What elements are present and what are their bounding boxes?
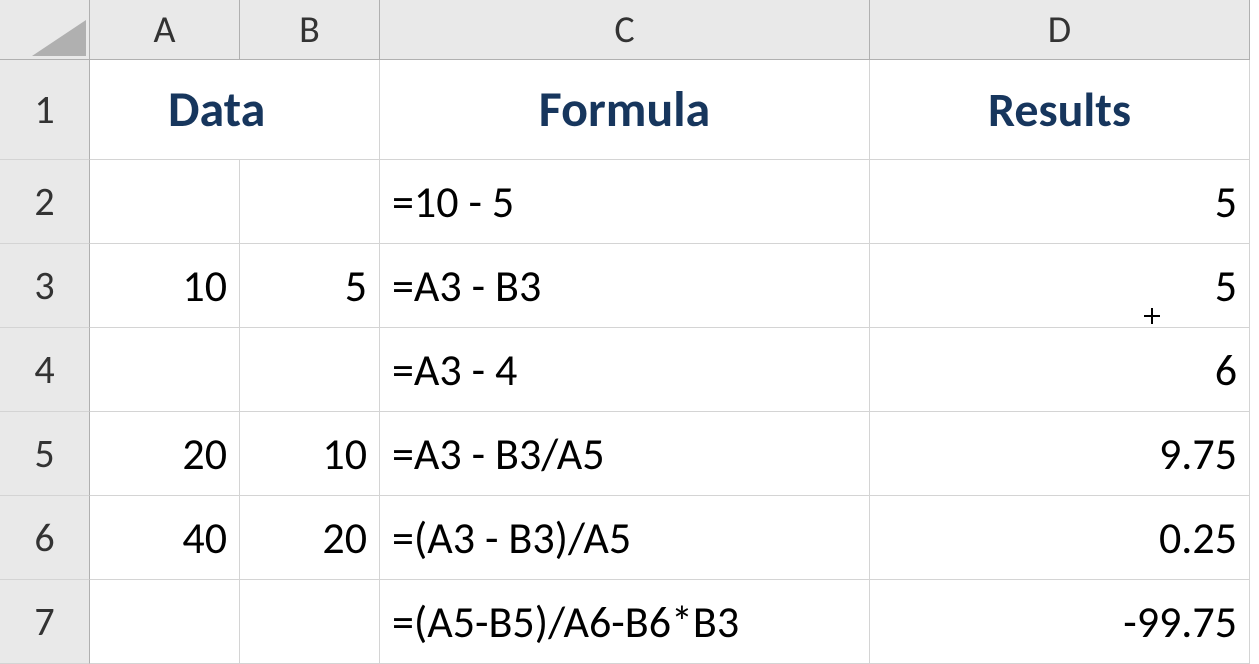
cell-b1[interactable]: Data [240, 60, 380, 160]
cell-b2[interactable] [240, 160, 380, 244]
cell-d2[interactable]: 5 [870, 160, 1250, 244]
column-header-d[interactable]: D [870, 0, 1250, 60]
cell-d7[interactable]: -99.75 [870, 580, 1250, 664]
row-header-4[interactable]: 4 [0, 328, 90, 412]
cell-a2[interactable] [90, 160, 240, 244]
column-header-a[interactable]: A [90, 0, 240, 60]
cell-d4[interactable]: 6 [870, 328, 1250, 412]
row-header-3[interactable]: 3 [0, 244, 90, 328]
cell-d3[interactable]: 5 [870, 244, 1250, 328]
cell-c7[interactable]: =(A5-B5)/A6-B6*B3 [380, 580, 870, 664]
row-header-7[interactable]: 7 [0, 580, 90, 664]
row-header-6[interactable]: 6 [0, 496, 90, 580]
cell-d6[interactable]: 0.25 [870, 496, 1250, 580]
cell-c4[interactable]: =A3 - 4 [380, 328, 870, 412]
cell-c3[interactable]: =A3 - B3 [380, 244, 870, 328]
row-header-1[interactable]: 1 [0, 60, 90, 160]
cell-a7[interactable] [90, 580, 240, 664]
cell-b7[interactable] [240, 580, 380, 664]
cell-d5[interactable]: 9.75 [870, 412, 1250, 496]
cell-a3[interactable]: 10 [90, 244, 240, 328]
spreadsheet-grid: A B C D 1 Data Formula Results 2 =10 - 5… [0, 0, 1259, 664]
column-header-c[interactable]: C [380, 0, 870, 60]
cell-d1[interactable]: Results [870, 60, 1250, 160]
cell-b3[interactable]: 5 [240, 244, 380, 328]
cell-b6[interactable]: 20 [240, 496, 380, 580]
cell-c2[interactable]: =10 - 5 [380, 160, 870, 244]
row-header-5[interactable]: 5 [0, 412, 90, 496]
cell-c6[interactable]: =(A3 - B3)/A5 [380, 496, 870, 580]
cell-a5[interactable]: 20 [90, 412, 240, 496]
column-header-b[interactable]: B [240, 0, 380, 60]
cell-a4[interactable] [90, 328, 240, 412]
cell-b4[interactable] [240, 328, 380, 412]
cell-b5[interactable]: 10 [240, 412, 380, 496]
cell-a6[interactable]: 40 [90, 496, 240, 580]
cell-c5[interactable]: =A3 - B3/A5 [380, 412, 870, 496]
header-data: Data [168, 79, 265, 140]
select-all-corner[interactable] [0, 0, 90, 60]
cell-c1[interactable]: Formula [380, 60, 870, 160]
row-header-2[interactable]: 2 [0, 160, 90, 244]
